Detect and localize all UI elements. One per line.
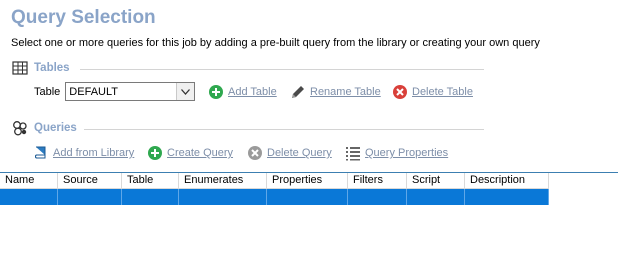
table-select-row: Table DEFAULT: [34, 82, 196, 101]
cell-description[interactable]: [465, 189, 549, 205]
column-header-table[interactable]: Table: [122, 173, 179, 189]
rename-table-button[interactable]: Rename Table: [290, 84, 381, 100]
add-table-label: Add Table: [228, 86, 277, 98]
delete-table-label: Delete Table: [412, 86, 473, 98]
plus-circle-icon: [147, 145, 163, 161]
add-from-library-label: Add from Library: [53, 147, 135, 159]
create-query-button[interactable]: Create Query: [147, 145, 233, 161]
page-subtitle: Select one or more queries for this job …: [11, 37, 540, 49]
delete-query-button[interactable]: Delete Query: [247, 145, 332, 161]
add-table-button[interactable]: Add Table: [208, 84, 277, 100]
tables-section-header: Tables: [12, 60, 70, 76]
tables-divider: [80, 69, 484, 70]
cell-properties[interactable]: [267, 189, 348, 205]
delete-circle-icon: [247, 145, 263, 161]
cell-source[interactable]: [58, 189, 122, 205]
queries-icon: [12, 120, 28, 136]
plus-circle-icon: [208, 84, 224, 100]
table-select[interactable]: DEFAULT: [65, 82, 196, 101]
book-icon: [33, 145, 49, 161]
column-header-name[interactable]: Name: [0, 173, 58, 189]
list-icon: [345, 145, 361, 161]
cell-enumerates[interactable]: [179, 189, 267, 205]
queries-divider: [84, 129, 484, 130]
cell-filters[interactable]: [348, 189, 407, 205]
cell-name[interactable]: [0, 189, 58, 205]
table-grid-icon: [12, 60, 28, 76]
query-properties-label: Query Properties: [365, 147, 449, 159]
tables-heading: Tables: [34, 62, 70, 74]
cell-script[interactable]: [407, 189, 465, 205]
column-header-script[interactable]: Script: [407, 173, 465, 189]
pencil-icon: [290, 84, 306, 100]
chevron-down-icon[interactable]: [176, 83, 195, 100]
delete-query-label: Delete Query: [267, 147, 332, 159]
column-header-filters[interactable]: Filters: [348, 173, 407, 189]
queries-heading: Queries: [34, 122, 77, 134]
page-title: Query Selection: [11, 7, 156, 28]
create-query-label: Create Query: [167, 147, 234, 159]
add-from-library-button[interactable]: Add from Library: [33, 145, 134, 161]
rename-table-label: Rename Table: [310, 86, 381, 98]
queries-section-header: Queries: [12, 120, 77, 136]
table-label: Table: [34, 85, 61, 98]
query-properties-button[interactable]: Query Properties: [345, 145, 448, 161]
query-grid-header: Name Source Table Enumerates Properties …: [0, 173, 549, 189]
column-header-description[interactable]: Description: [465, 173, 549, 189]
column-header-enumerates[interactable]: Enumerates: [179, 173, 267, 189]
delete-circle-icon: [392, 84, 408, 100]
column-header-source[interactable]: Source: [58, 173, 122, 189]
column-header-properties[interactable]: Properties: [267, 173, 348, 189]
cell-table[interactable]: [122, 189, 179, 205]
table-select-value: DEFAULT: [69, 85, 118, 98]
delete-table-button[interactable]: Delete Table: [392, 84, 473, 100]
table-row[interactable]: [0, 189, 549, 205]
